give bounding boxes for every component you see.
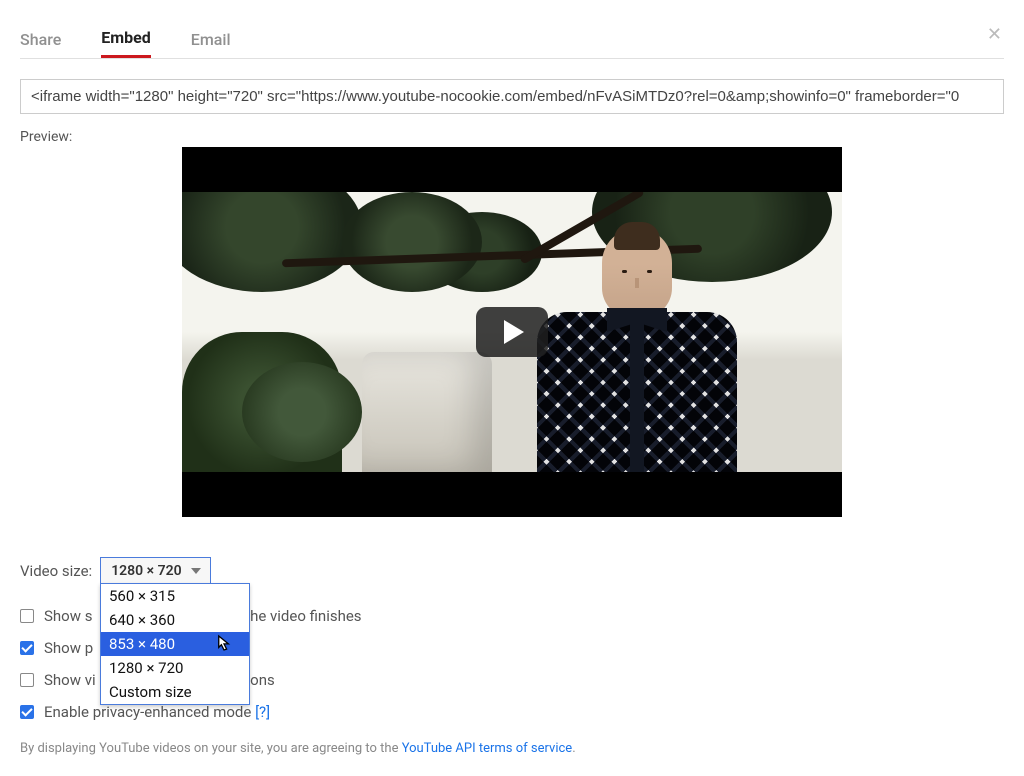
video-size-label: Video size: [20, 562, 92, 580]
size-option-label: 853 × 480 [109, 635, 175, 653]
video-preview[interactable] [182, 147, 842, 517]
tab-embed[interactable]: Embed [101, 20, 151, 58]
preview-label: Preview: [20, 129, 1004, 145]
option-label: Show p [44, 639, 93, 657]
cursor-icon [217, 634, 231, 652]
embed-code-input[interactable] [20, 79, 1004, 114]
privacy-help-link[interactable]: [?] [255, 703, 270, 721]
size-option[interactable]: 853 × 480 [101, 632, 249, 656]
tos-notice: By displaying YouTube videos on your sit… [20, 741, 1004, 756]
checkbox-privacy[interactable] [20, 705, 34, 719]
video-size-dropdown[interactable]: 560 × 315 640 × 360 853 × 480 1280 × 720… [100, 583, 250, 705]
size-option[interactable]: 640 × 360 [101, 608, 249, 632]
tab-email[interactable]: Email [191, 22, 231, 57]
option-privacy-mode: Enable privacy-enhanced mode [?] [20, 703, 1004, 721]
video-preview-wrap [20, 147, 1004, 517]
play-icon [504, 320, 524, 344]
tos-link[interactable]: YouTube API terms of service [402, 741, 572, 756]
tab-share[interactable]: Share [20, 22, 61, 57]
play-button[interactable] [476, 307, 548, 357]
option-label: Enable privacy-enhanced mode [?] [44, 703, 270, 721]
size-option[interactable]: 1280 × 720 [101, 656, 249, 680]
size-option[interactable]: 560 × 315 [101, 584, 249, 608]
embed-options: Video size: 1280 × 720 560 × 315 640 × 3… [20, 557, 1004, 721]
size-option[interactable]: Custom size [101, 680, 249, 704]
checkbox-show-suggested[interactable] [20, 609, 34, 623]
checkbox-show-player[interactable] [20, 641, 34, 655]
checkbox-show-title[interactable] [20, 673, 34, 687]
video-size-row: Video size: 1280 × 720 [20, 557, 1004, 585]
video-size-select[interactable]: 1280 × 720 [100, 557, 210, 585]
close-icon[interactable]: ✕ [987, 24, 1002, 45]
share-tabs: Share Embed Email ✕ [20, 20, 1004, 59]
